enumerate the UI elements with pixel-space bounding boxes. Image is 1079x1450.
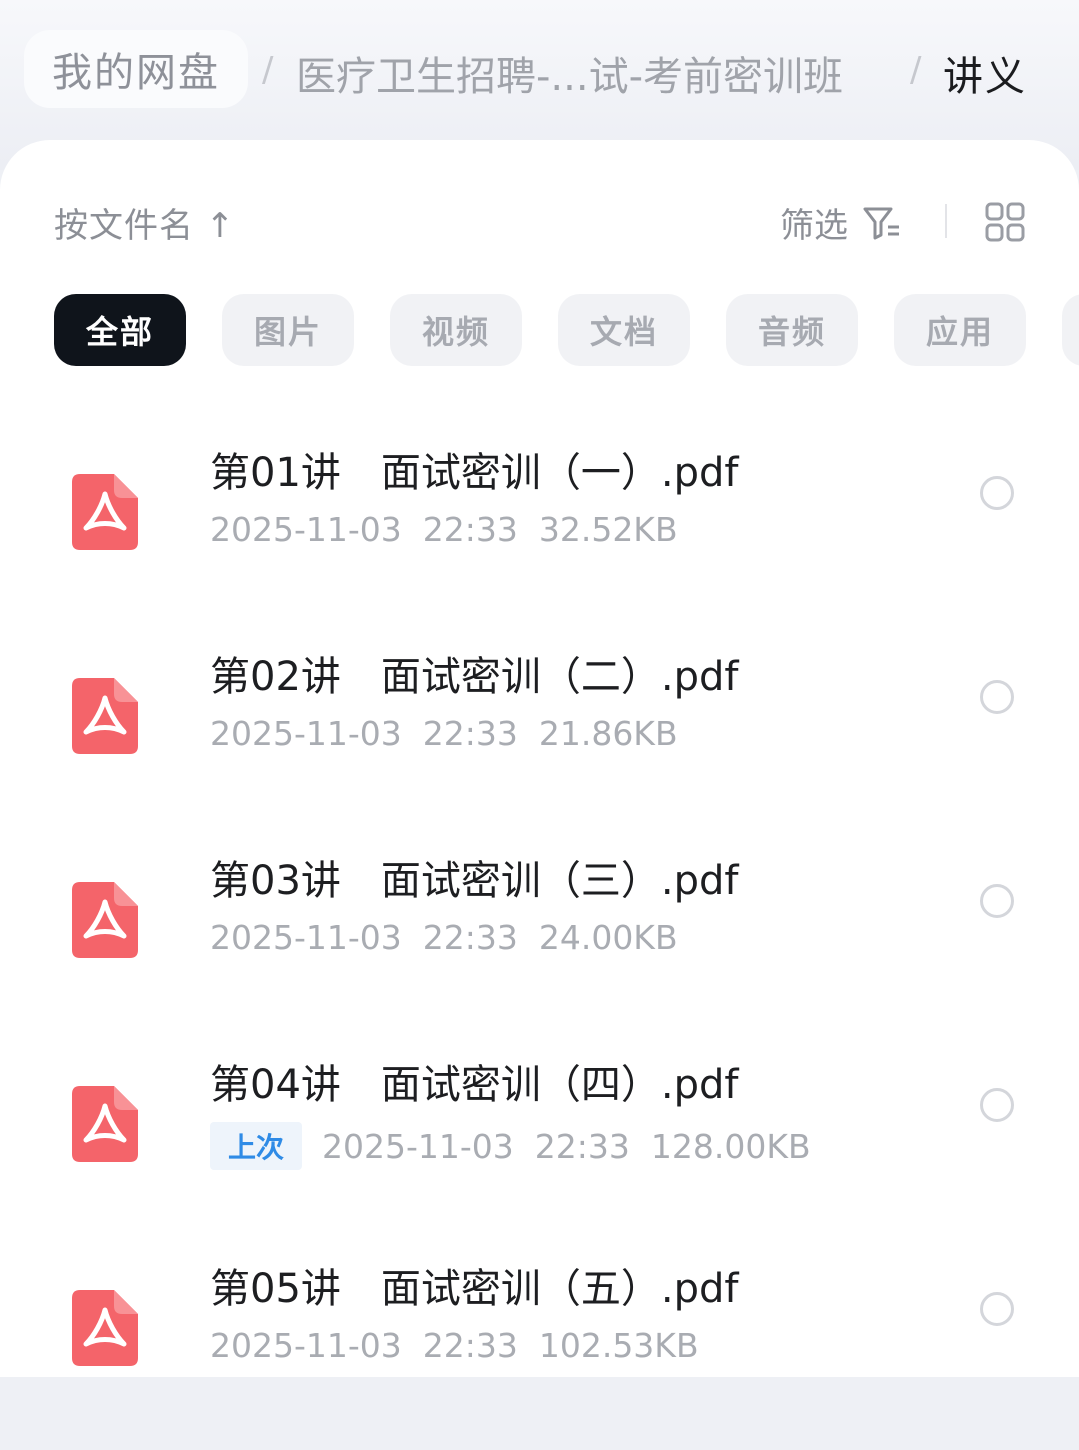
file-meta: 2025-11-03 22:33 24.00KB — [210, 918, 678, 957]
chip-audio[interactable]: 音频 — [726, 294, 858, 366]
sort-button[interactable]: 按文件名 ↑ — [54, 198, 235, 247]
select-checkbox[interactable] — [980, 680, 1014, 714]
filter-label: 筛选 — [780, 206, 848, 246]
file-row[interactable]: 第05讲 面试密训（五）.pdf 2025-11-03 22:33 102.53… — [0, 1246, 1079, 1450]
pdf-file-icon — [72, 1290, 138, 1366]
filter-button[interactable]: 筛选 — [780, 198, 902, 247]
select-checkbox[interactable] — [980, 884, 1014, 918]
file-meta: 上次 2025-11-03 22:33 128.00KB — [210, 1122, 811, 1170]
pdf-file-icon — [72, 882, 138, 958]
file-meta-text: 2025-11-03 22:33 102.53KB — [210, 1326, 699, 1365]
select-checkbox[interactable] — [980, 1088, 1014, 1122]
toolbar-divider — [945, 204, 947, 238]
file-meta-text: 2025-11-03 22:33 24.00KB — [210, 918, 678, 957]
chip-images[interactable]: 图片 — [222, 294, 354, 366]
file-meta: 2025-11-03 22:33 21.86KB — [210, 714, 678, 753]
chip-videos[interactable]: 视频 — [390, 294, 522, 366]
breadcrumb-separator: / — [910, 50, 922, 90]
select-checkbox[interactable] — [980, 476, 1014, 510]
pdf-file-icon — [72, 678, 138, 754]
breadcrumb-folder[interactable]: 医疗卫生招聘-...试-考前密训班 — [296, 44, 843, 102]
file-meta-text: 2025-11-03 22:33 21.86KB — [210, 714, 678, 753]
last-opened-badge: 上次 — [210, 1122, 303, 1170]
grid-view-icon[interactable] — [985, 202, 1025, 242]
breadcrumb-separator: / — [262, 50, 274, 90]
breadcrumb-current: 讲义 — [943, 54, 1027, 100]
file-row[interactable]: 第01讲 面试密训（一）.pdf 2025-11-03 22:33 32.52K… — [0, 430, 1079, 634]
file-list-panel: 按文件名 ↑ 筛选 全部 图片 视频 文档 音频 应用 第01讲 面试密训（一）… — [0, 140, 1079, 1377]
file-name: 第03讲 面试密训（三）.pdf — [210, 858, 739, 904]
chip-apps[interactable]: 应用 — [894, 294, 1026, 366]
file-name: 第02讲 面试密训（二）.pdf — [210, 654, 739, 700]
file-row[interactable]: 第04讲 面试密训（四）.pdf 上次 2025-11-03 22:33 128… — [0, 1042, 1079, 1246]
file-meta: 2025-11-03 22:33 102.53KB — [210, 1326, 699, 1365]
file-name: 第01讲 面试密训（一）.pdf — [210, 450, 739, 496]
file-name: 第04讲 面试密训（四）.pdf — [210, 1062, 739, 1108]
chip-more[interactable] — [1062, 294, 1079, 366]
chip-documents[interactable]: 文档 — [558, 294, 690, 366]
pdf-file-icon — [72, 474, 138, 550]
select-checkbox[interactable] — [980, 1292, 1014, 1326]
breadcrumb-root[interactable]: 我的网盘 — [24, 30, 248, 108]
file-row[interactable]: 第03讲 面试密训（三）.pdf 2025-11-03 22:33 24.00K… — [0, 838, 1079, 1042]
pdf-file-icon — [72, 1086, 138, 1162]
chip-all[interactable]: 全部 — [54, 294, 186, 366]
file-meta-text: 2025-11-03 22:33 128.00KB — [322, 1126, 811, 1166]
file-row[interactable]: 第02讲 面试密训（二）.pdf 2025-11-03 22:33 21.86K… — [0, 634, 1079, 838]
file-name: 第05讲 面试密训（五）.pdf — [210, 1266, 739, 1312]
filter-icon — [863, 207, 899, 239]
filter-chips: 全部 图片 视频 文档 音频 应用 — [54, 294, 1026, 366]
file-meta: 2025-11-03 22:33 32.52KB — [210, 510, 678, 549]
file-meta-text: 2025-11-03 22:33 32.52KB — [210, 510, 678, 549]
